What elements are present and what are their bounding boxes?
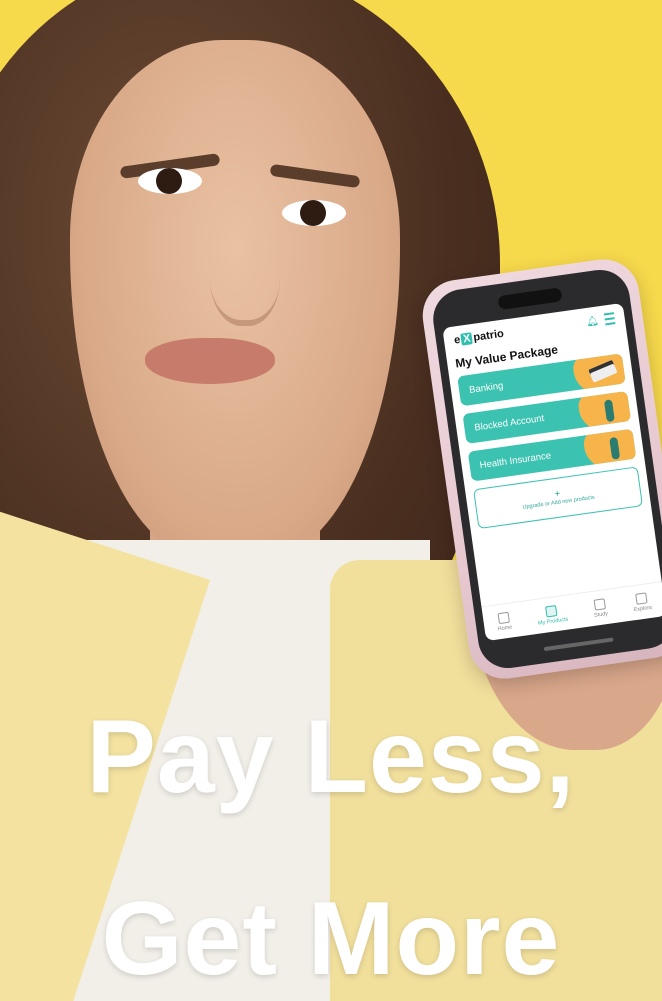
tab-home[interactable]: Home <box>495 611 513 632</box>
bank-card-illustration <box>571 353 626 397</box>
tab-label: My Products <box>537 616 569 627</box>
phone-body: eXpatrio 🔔︎ My Value Package Banking Blo… <box>429 266 662 672</box>
logo-highlight: X <box>460 332 474 346</box>
tab-label: Study <box>593 610 609 619</box>
home-indicator <box>543 637 614 652</box>
phone-notch <box>497 287 563 311</box>
nose <box>210 220 280 326</box>
bottom-tab-bar: Home My Products Study Explore <box>481 581 662 642</box>
study-icon <box>593 597 606 611</box>
person-illustration <box>576 391 632 434</box>
products-icon <box>545 604 558 617</box>
product-label: Health Insurance <box>478 449 552 471</box>
logo-suffix: patrio <box>472 327 505 344</box>
app-screen: eXpatrio 🔔︎ My Value Package Banking Blo… <box>442 302 662 642</box>
left-eye <box>138 168 202 194</box>
lips <box>145 338 275 384</box>
app-header: eXpatrio 🔔︎ <box>442 303 625 350</box>
right-eye <box>282 200 346 226</box>
tab-my-products[interactable]: My Products <box>536 603 569 626</box>
expatrio-logo[interactable]: eXpatrio <box>453 328 504 347</box>
product-label: Blocked Account <box>473 412 545 434</box>
bell-icon[interactable]: 🔔︎ <box>585 315 599 328</box>
headline-line-1: Pay Less, <box>86 699 576 815</box>
product-label: Banking <box>468 379 504 396</box>
ad-scene: eXpatrio 🔔︎ My Value Package Banking Blo… <box>0 0 662 1001</box>
menu-icon[interactable] <box>603 312 616 326</box>
tab-label: Home <box>497 623 513 632</box>
header-icons: 🔔︎ <box>585 312 616 328</box>
headline-line-2: Get More <box>101 881 561 997</box>
home-grid-icon <box>497 611 510 624</box>
tab-label: Explore <box>633 604 653 613</box>
explore-icon <box>635 591 648 605</box>
product-list: Banking Blocked Account Health Insurance… <box>449 352 651 530</box>
tab-explore[interactable]: Explore <box>631 591 653 613</box>
tab-study[interactable]: Study <box>592 597 609 619</box>
doctor-illustration <box>582 428 637 472</box>
